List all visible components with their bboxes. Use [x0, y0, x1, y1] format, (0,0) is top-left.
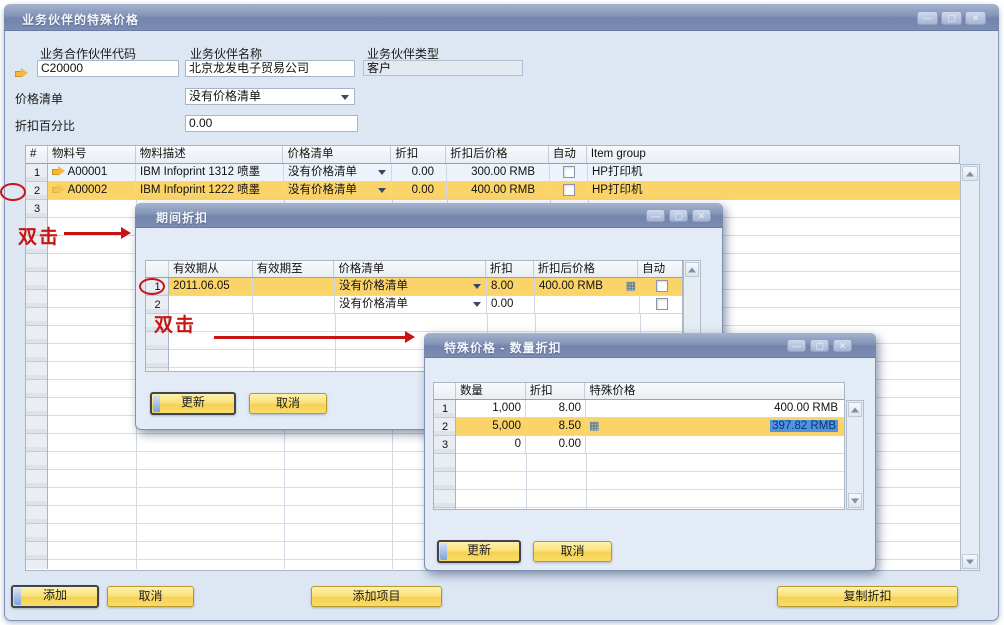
quantity-table-header: 数量 折扣 特殊价格 [433, 382, 845, 400]
calculator-icon[interactable]: ▦ [589, 418, 599, 435]
vertical-scrollbar[interactable] [846, 400, 864, 510]
row-number[interactable]: 2 [434, 419, 456, 436]
row-number[interactable]: 3 [434, 437, 456, 454]
table-row-selected[interactable]: 5,000 8.50 ▦ 397.82 RMB [456, 418, 845, 436]
cancel-button[interactable]: 取消 [533, 541, 612, 562]
quantity-dialog-title: 特殊价格 - 数量折扣 [444, 339, 562, 356]
quantity-dialog-titlebar[interactable]: 特殊价格 - 数量折扣 — ▢ ✕ [424, 333, 876, 358]
col-header-num[interactable] [434, 383, 456, 399]
minimize-icon[interactable]: — [787, 339, 806, 352]
empty-rows-area[interactable] [456, 454, 844, 509]
table-row[interactable]: 1,000 8.00 400.00 RMB [456, 400, 845, 418]
grid-line [526, 454, 527, 510]
grid-line [586, 454, 587, 510]
quantity-table-body: 1,000 8.00 400.00 RMB 5,000 8.50 ▦ 397.8… [433, 400, 845, 510]
close-icon[interactable]: ✕ [833, 339, 852, 352]
scroll-down-icon[interactable] [848, 493, 862, 508]
update-button[interactable]: 更新 [437, 540, 521, 563]
quantity-discount-dialog-layer: 特殊价格 - 数量折扣 — ▢ ✕ 数量 折扣 特殊价格 1,000 8.00 … [0, 0, 1004, 625]
table-row[interactable]: 0 0.00 [456, 436, 845, 454]
screen: 业务伙伴的特殊价格 — ▢ ✕ 业务合作伙伴代码 业务伙伴名称 业务伙伴类型 C… [0, 0, 1004, 625]
col-header-qty[interactable]: 数量 [456, 383, 526, 399]
col-header-discount[interactable]: 折扣 [526, 383, 586, 399]
scroll-up-icon[interactable] [848, 402, 862, 417]
selected-price-text: 397.82 RMB [770, 420, 838, 432]
col-header-special-price[interactable]: 特殊价格 [585, 383, 844, 399]
row-number[interactable]: 1 [434, 401, 456, 418]
maximize-icon[interactable]: ▢ [810, 339, 829, 352]
